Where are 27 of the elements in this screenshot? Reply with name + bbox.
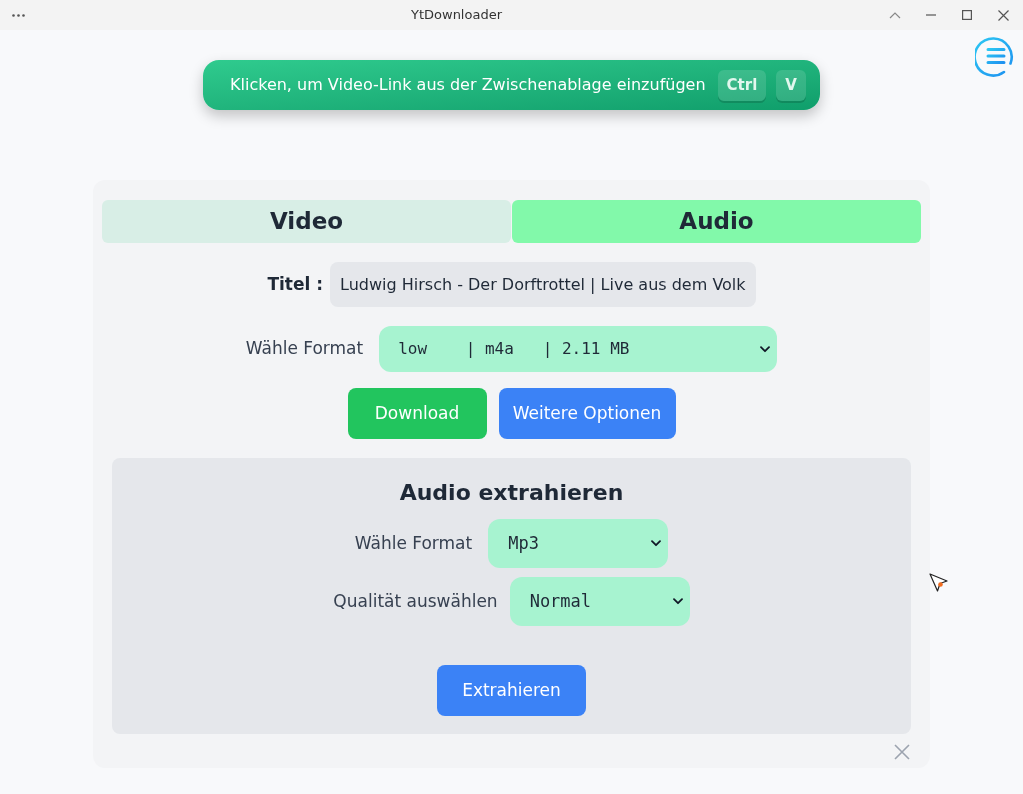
format-label: Wähle Format [245, 337, 364, 361]
format-select[interactable]: low | m4a | 2.11 MB [379, 326, 778, 372]
maximize-icon [962, 10, 972, 20]
keyboard-key: V [776, 69, 806, 101]
quality-select[interactable]: Normal [509, 577, 690, 626]
tab[interactable]: Video [102, 200, 511, 243]
more-options-button[interactable]: Weitere Optionen [498, 388, 676, 439]
close-icon [894, 744, 910, 760]
tab[interactable]: Audio [512, 200, 921, 243]
close-icon [997, 9, 1009, 21]
paste-link-label: Klicken, um Video-Link aus der Zwischenablage einzufügen [230, 74, 706, 96]
close-panel-button[interactable] [894, 744, 910, 760]
keyboard-key: Ctrl [717, 69, 767, 101]
field-label: Wähle Format [354, 531, 473, 555]
title-field: Ludwig Hirsch - Der Dorftrottel | Live aus dem Volk [330, 262, 756, 307]
extract-button[interactable]: Extrahieren [437, 665, 586, 716]
chevron-up-icon [889, 11, 901, 19]
panel-heading: Audio extrahieren [399, 479, 624, 507]
window-title: YtDownloader [411, 6, 502, 25]
chevron-down-icon [672, 598, 683, 605]
chevron-down-icon [760, 345, 771, 353]
minimize-icon [926, 14, 936, 16]
more-icon[interactable] [11, 13, 25, 17]
title-label: Titel : [267, 272, 324, 296]
chevron-down-icon [651, 540, 662, 547]
field-label: Qualität auswählen [333, 589, 498, 613]
format-select[interactable]: Mp3 [488, 519, 669, 568]
